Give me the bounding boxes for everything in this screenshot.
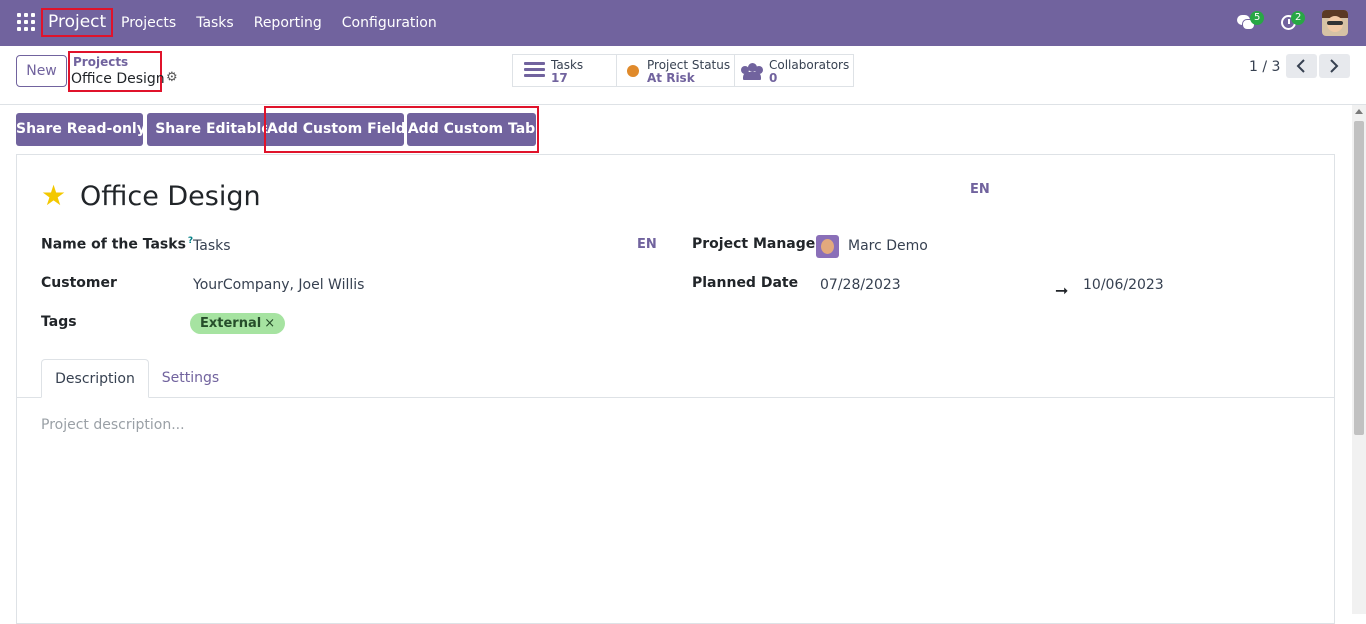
tab-description[interactable]: Description [41, 359, 149, 398]
favorite-star-icon[interactable]: ★ [41, 182, 69, 210]
menu-item-reporting[interactable]: Reporting [244, 0, 332, 46]
new-button[interactable]: New [16, 55, 67, 87]
tab-settings[interactable]: Settings [153, 359, 228, 398]
status-smart-label: Project Status [647, 58, 731, 72]
tasks-icon [524, 62, 545, 80]
share-readonly-button[interactable]: Share Read-only [16, 113, 146, 146]
menu-item-configuration[interactable]: Configuration [332, 0, 447, 46]
project-manager-field[interactable]: Marc Demo [848, 238, 928, 254]
description-editor[interactable]: Project description... [41, 417, 185, 433]
collaborators-smart-button[interactable]: Collaborators 0 [735, 55, 853, 86]
tags-label: Tags [41, 314, 77, 330]
tag-external[interactable]: External × [190, 313, 286, 334]
name-tasks-label: Name of the Tasks? [41, 236, 194, 253]
name-tasks-lang-button[interactable]: EN [637, 237, 657, 252]
pager-previous-button[interactable] [1286, 54, 1317, 78]
pager-value[interactable]: 1 / 3 [1249, 59, 1280, 75]
manager-avatar [816, 235, 839, 258]
main-menu: Projects Tasks Reporting Configuration [111, 0, 447, 46]
page-scrollbar[interactable] [1352, 105, 1366, 614]
smart-buttons: Tasks 17 Project Status At Risk Collabor… [512, 54, 854, 87]
breadcrumb-parent-link[interactable]: Projects [73, 55, 128, 69]
tasks-smart-button[interactable]: Tasks 17 [513, 55, 617, 86]
user-avatar[interactable] [1322, 10, 1348, 36]
top-navbar: Project Projects Tasks Reporting Configu… [0, 0, 1366, 46]
project-title[interactable]: Office Design [80, 181, 261, 212]
apps-grid-icon[interactable] [17, 13, 35, 31]
activities-badge: 2 [1291, 11, 1306, 25]
customer-label: Customer [41, 275, 117, 291]
chevron-right-icon [1330, 59, 1339, 73]
messages-badge: 5 [1250, 11, 1265, 25]
control-panel: New Projects Office Design ⚙ Tasks 17 Pr… [0, 46, 1366, 105]
breadcrumb-current: Office Design [71, 71, 165, 87]
form-sheet: ★ Office Design EN Name of the Tasks? Ta… [16, 154, 1335, 624]
name-tasks-field[interactable]: Tasks [193, 238, 231, 254]
planned-end-date-field[interactable]: 10/06/2023 [1083, 277, 1164, 293]
project-manager-label: Project Manager [692, 236, 823, 252]
pager-next-button[interactable] [1319, 54, 1350, 78]
title-lang-button[interactable]: EN [970, 182, 990, 197]
collab-smart-value: 0 [769, 71, 778, 85]
chevron-left-icon [1296, 59, 1305, 73]
gear-icon[interactable]: ⚙ [166, 71, 178, 84]
collab-smart-label: Collaborators [769, 58, 850, 72]
planned-date-label: Planned Date [692, 275, 799, 291]
planned-start-date-field[interactable]: 07/28/2023 [820, 277, 901, 293]
project-status-smart-button[interactable]: Project Status At Risk [617, 55, 735, 86]
date-range-arrow-icon: ➞ [1055, 281, 1069, 300]
share-editable-button[interactable]: Share Editable [147, 113, 279, 146]
breadcrumb: Projects Office Design [68, 51, 165, 92]
tasks-smart-value: 17 [551, 71, 568, 85]
tag-remove-icon[interactable]: × [264, 316, 275, 331]
app-brand[interactable]: Project [41, 8, 114, 37]
menu-item-tasks[interactable]: Tasks [186, 0, 244, 46]
scroll-up-arrow-icon[interactable] [1355, 109, 1363, 114]
status-smart-value: At Risk [647, 71, 695, 85]
status-dot-icon [627, 65, 639, 77]
customer-field[interactable]: YourCompany, Joel Willis [193, 277, 364, 293]
users-icon [741, 63, 763, 80]
tasks-smart-label: Tasks [551, 58, 584, 72]
menu-item-projects[interactable]: Projects [111, 0, 186, 46]
notebook-tabs: Description Settings [17, 359, 1334, 398]
highlight-box [264, 106, 539, 153]
scroll-thumb[interactable] [1354, 121, 1364, 435]
